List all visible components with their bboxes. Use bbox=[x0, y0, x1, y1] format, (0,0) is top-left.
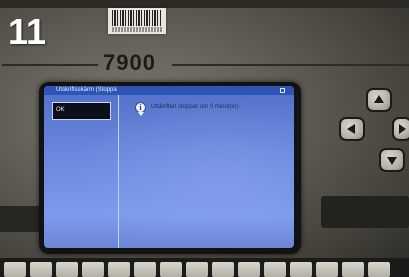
keyboard-key[interactable] bbox=[212, 262, 234, 277]
panel-decor-line bbox=[172, 64, 409, 66]
keyboard-key[interactable] bbox=[368, 262, 390, 277]
keyboard-key[interactable] bbox=[108, 262, 130, 277]
up-arrow-key[interactable] bbox=[366, 88, 392, 112]
step-number: 11 bbox=[8, 11, 47, 52]
window-icon bbox=[279, 87, 286, 94]
keyboard-key[interactable] bbox=[290, 262, 312, 277]
up-arrow-icon bbox=[374, 95, 384, 103]
down-arrow-icon bbox=[387, 157, 397, 165]
down-arrow-key[interactable] bbox=[379, 148, 405, 172]
barcode-bars bbox=[112, 10, 162, 26]
panel-decor-line bbox=[2, 64, 98, 66]
keyboard-key[interactable] bbox=[238, 262, 260, 277]
model-label: 7900 bbox=[103, 50, 156, 75]
keyboard-key[interactable] bbox=[56, 262, 78, 277]
screen-divider bbox=[118, 95, 119, 248]
barcode-digits bbox=[112, 27, 162, 32]
panel-slot-left bbox=[0, 206, 40, 232]
right-arrow-key[interactable] bbox=[392, 117, 409, 141]
keyboard-key[interactable] bbox=[134, 262, 156, 277]
left-arrow-key[interactable] bbox=[339, 117, 365, 141]
status-message: Utskriften stoppar om 0 minut(er) bbox=[151, 104, 239, 110]
ok-button[interactable]: OK bbox=[52, 102, 111, 120]
keyboard-key[interactable] bbox=[264, 262, 286, 277]
keyboard-key[interactable] bbox=[30, 262, 52, 277]
right-arrow-icon bbox=[399, 124, 406, 134]
ok-button-label: OK bbox=[56, 107, 65, 113]
keyboard-key[interactable] bbox=[342, 262, 364, 277]
keyboard-key[interactable] bbox=[316, 262, 338, 277]
keyboard-key[interactable] bbox=[4, 262, 26, 277]
keyboard-key[interactable] bbox=[82, 262, 104, 277]
left-arrow-icon bbox=[347, 124, 355, 134]
keyboard-key[interactable] bbox=[160, 262, 182, 277]
panel-slot-right bbox=[321, 196, 409, 228]
keyboard-key[interactable] bbox=[186, 262, 208, 277]
lcd-screen: Utskriftsskärm (Stoppa OK i Utskriften s… bbox=[44, 86, 294, 248]
barcode-sticker bbox=[108, 8, 166, 34]
screen-title: Utskriftsskärm (Stoppa bbox=[56, 87, 117, 93]
printer-control-panel-photo: 11 7900 Utskriftsskärm (Stoppa OK i Utsk… bbox=[0, 0, 409, 277]
screen-titlebar: Utskriftsskärm (Stoppa bbox=[44, 86, 294, 95]
info-speech-bubble-icon: i bbox=[135, 102, 146, 116]
